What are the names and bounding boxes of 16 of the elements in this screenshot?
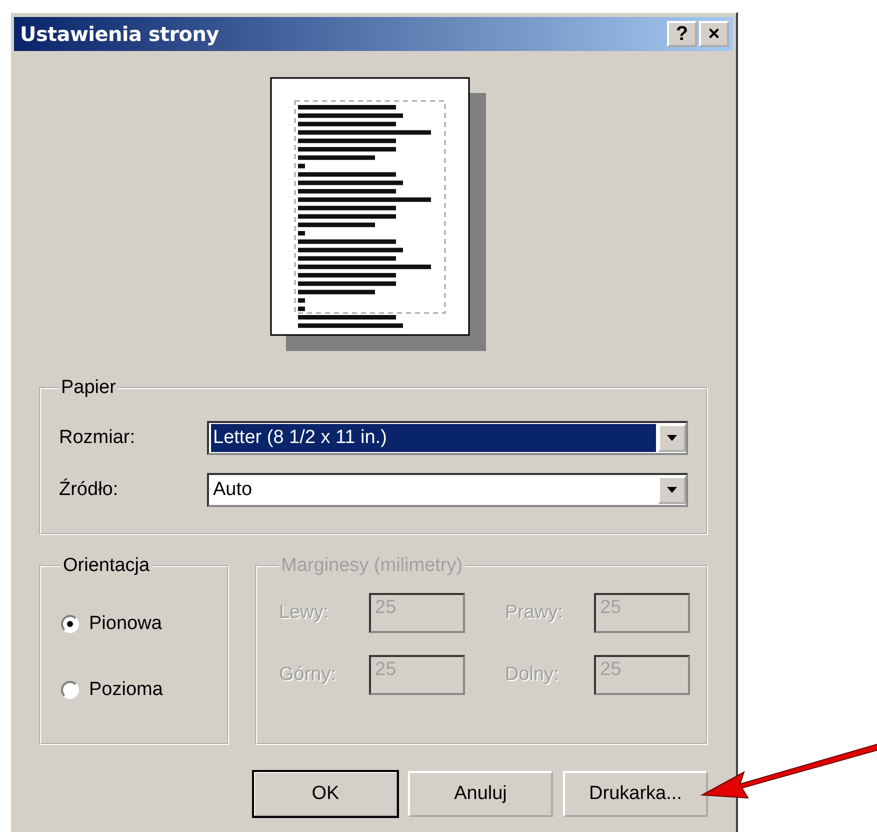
radio-label[interactable]: Pozioma (89, 679, 163, 701)
field-label: Źródło: (59, 479, 120, 501)
cancel-button[interactable]: Anuluj (408, 771, 553, 817)
group-label: Papier (60, 377, 117, 399)
dropdown-field[interactable]: Auto (207, 473, 688, 507)
dropdown-field[interactable]: Letter (8 1/2 x 11 in.) (207, 421, 688, 455)
radio-button[interactable] (61, 681, 79, 699)
help-button[interactable]: ? (667, 21, 697, 47)
printer-button[interactable]: Drukarka... (563, 771, 708, 817)
group-label: Orientacja (62, 555, 151, 577)
window-title: Ustawienia strony (20, 22, 219, 46)
radio-label[interactable]: Pionowa (89, 613, 162, 635)
field-label: Rozmiar: (59, 427, 136, 449)
radio-button[interactable] (61, 615, 79, 633)
ok-button[interactable]: OK (253, 771, 398, 817)
close-button[interactable]: × (699, 21, 729, 47)
